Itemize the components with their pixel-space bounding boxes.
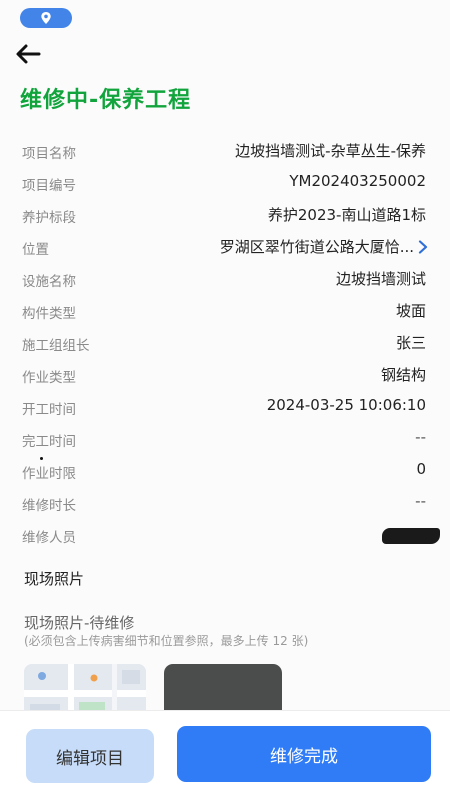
detail-row-team-leader: 施工组组长 张三	[0, 328, 450, 360]
detail-row-location[interactable]: 位置 罗湖区翠竹街道公路大厦恰...	[0, 232, 450, 264]
detail-label: 构件类型	[22, 306, 76, 322]
repair-complete-button[interactable]: 维修完成	[177, 726, 431, 782]
detail-row-work-type: 作业类型 钢结构	[0, 360, 450, 392]
back-button[interactable]	[14, 42, 44, 68]
location-indicator	[20, 8, 72, 28]
detail-value: 坡面	[395, 302, 426, 320]
detail-label: 开工时间	[22, 402, 76, 418]
photos-section-title: 现场照片	[24, 570, 85, 588]
detail-row-finish-time: 完工时间 --	[0, 424, 450, 456]
detail-value: 养护2023-南山道路1标	[267, 206, 426, 224]
detail-value: --	[415, 428, 426, 446]
detail-value: 边坡挡墙测试	[335, 270, 426, 288]
detail-label: 项目编号	[22, 178, 76, 194]
detail-value: --	[415, 492, 426, 510]
chevron-right-icon[interactable]	[418, 240, 428, 254]
detail-label: 设施名称	[22, 274, 76, 290]
detail-row-repair-staff: 维修人员	[0, 520, 450, 552]
edit-project-button[interactable]: 编辑项目	[26, 729, 154, 783]
detail-value: 张三	[395, 334, 426, 352]
detail-value: YM202403250002	[289, 172, 426, 190]
location-pin-icon	[41, 12, 51, 24]
detail-label: 位置	[22, 242, 49, 258]
detail-label: 完工时间	[22, 434, 76, 450]
detail-row-component-type: 构件类型 坡面	[0, 296, 450, 328]
detail-row-work-time-limit: 作业时限 0	[0, 456, 450, 488]
detail-label: 养护标段	[22, 210, 76, 226]
detail-label: 维修时长	[22, 498, 76, 514]
detail-row-facility-name: 设施名称 边坡挡墙测试	[0, 264, 450, 296]
detail-label: 作业时限	[22, 466, 76, 482]
photos-subtitle: 现场照片-待维修	[24, 614, 135, 632]
arrow-left-icon	[16, 44, 41, 64]
detail-value: 钢结构	[380, 366, 426, 384]
detail-label: 维修人员	[22, 530, 76, 546]
detail-row-maintenance-section: 养护标段 养护2023-南山道路1标	[0, 200, 450, 232]
page-title: 维修中-保养工程	[20, 88, 192, 113]
detail-row-project-number: 项目编号 YM202403250002	[0, 168, 450, 200]
redacted-name	[382, 528, 440, 544]
detail-label: 项目名称	[22, 146, 76, 162]
detail-value: 边坡挡墙测试-杂草丛生-保养	[235, 142, 426, 160]
detail-label: 施工组组长	[22, 338, 90, 354]
detail-value: 2024-03-25 10:06:10	[266, 396, 426, 414]
bottom-action-bar: 编辑项目 维修完成	[0, 710, 450, 800]
detail-row-start-time: 开工时间 2024-03-25 10:06:10	[0, 392, 450, 424]
detail-row-project-name: 项目名称 边坡挡墙测试-杂草丛生-保养	[0, 136, 450, 168]
status-bar	[0, 0, 450, 34]
location-value[interactable]: 罗湖区翠竹街道公路大厦恰...	[220, 236, 414, 257]
detail-row-repair-duration: 维修时长 --	[0, 488, 450, 520]
photos-hint: (必须包含上传病害细节和位置参照，最多上传 12 张)	[24, 634, 309, 648]
detail-label: 作业类型	[22, 370, 76, 386]
detail-value: 0	[416, 460, 426, 478]
